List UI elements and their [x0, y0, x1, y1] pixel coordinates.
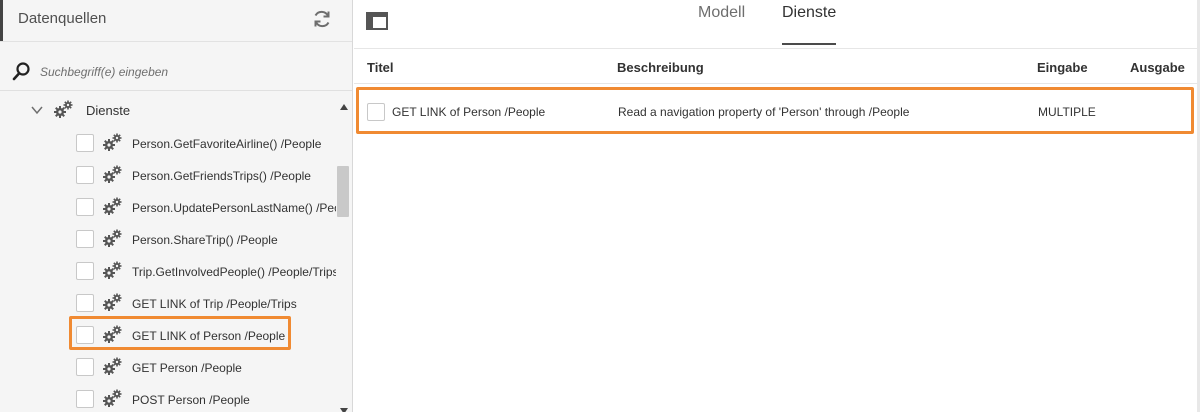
services-panel: Modell Dienste Titel Beschreibung Eingab… [354, 0, 1200, 412]
column-header-eingabe[interactable]: Eingabe [1037, 60, 1088, 75]
gear-icon [102, 324, 124, 344]
gear-icon [102, 388, 124, 408]
data-sources-header: Datenquellen [0, 0, 352, 42]
active-tab-indicator [782, 43, 836, 45]
search-input[interactable] [40, 61, 330, 83]
gear-icon [102, 356, 124, 376]
list-item-label: Person.GetFavoriteAirline() /People [132, 137, 322, 151]
data-sources-panel: Datenquellen Suchbegriff(e) eingeben Die… [0, 0, 353, 412]
list-item-label: GET LINK of Trip /People/Trips [132, 297, 297, 311]
search-icon [12, 61, 32, 81]
item-checkbox[interactable] [76, 198, 94, 216]
list-item[interactable]: Trip.GetInvolvedPeople() /People/Trips [74, 258, 336, 286]
list-item[interactable]: Person.UpdatePersonLastName() /People [74, 194, 336, 222]
item-checkbox[interactable] [76, 134, 94, 152]
refresh-icon[interactable] [311, 8, 333, 30]
list-item-label: Trip.GetInvolvedPeople() /People/Trips [132, 265, 336, 279]
list-item[interactable]: POST Person /People [74, 386, 336, 412]
list-item-label: GET Person /People [132, 361, 242, 375]
services-header: Modell Dienste [354, 0, 1200, 49]
scroll-up-arrow-icon[interactable] [340, 97, 348, 110]
column-header-ausgabe[interactable]: Ausgabe [1130, 60, 1185, 75]
table-header-divider [354, 83, 1200, 84]
service-list: Person.GetFavoriteAirline() /People Pers… [0, 126, 338, 412]
cell-input: MULTIPLE [1038, 105, 1096, 119]
tab-modell[interactable]: Modell [698, 4, 745, 22]
list-item-label: POST Person /People [132, 393, 250, 407]
column-header-titel[interactable]: Titel [367, 60, 394, 75]
list-item-label: GET LINK of Person /People [132, 329, 286, 343]
gear-icon [102, 228, 124, 248]
data-sources-title: Datenquellen [18, 10, 107, 27]
tree-node-label: Dienste [86, 103, 131, 118]
panel-toggle-icon[interactable] [366, 12, 388, 30]
list-item-label: Person.GetFriendsTrips() /People [132, 169, 311, 183]
gear-icon [102, 164, 124, 184]
gear-icon [102, 132, 124, 152]
item-checkbox[interactable] [76, 358, 94, 376]
chevron-down-icon[interactable] [31, 103, 43, 115]
gear-icon [53, 99, 75, 119]
scroll-down-arrow-icon[interactable] [340, 401, 348, 412]
item-checkbox[interactable] [76, 262, 94, 280]
item-checkbox[interactable] [76, 390, 94, 408]
list-item[interactable]: Person.GetFavoriteAirline() /People [74, 130, 336, 158]
table-row[interactable]: GET LINK of Person /People Read a naviga… [358, 89, 1192, 135]
scrollbar-thumb[interactable] [337, 166, 349, 217]
list-item[interactable]: Person.GetFriendsTrips() /People [74, 162, 336, 190]
list-item[interactable]: GET LINK of Person /People [74, 322, 336, 350]
gear-icon [102, 196, 124, 216]
cell-title: GET LINK of Person /People [392, 105, 546, 119]
item-checkbox[interactable] [76, 294, 94, 312]
search-bar [0, 55, 352, 91]
gear-icon [102, 292, 124, 312]
list-item[interactable]: GET Person /People [74, 354, 336, 382]
cell-description: Read a navigation property of 'Person' t… [618, 105, 910, 119]
list-item[interactable]: Person.ShareTrip() /People [74, 226, 336, 254]
list-item-label: Person.UpdatePersonLastName() /People [132, 201, 336, 215]
gear-icon [102, 260, 124, 280]
list-item-label: Person.ShareTrip() /People [132, 233, 278, 247]
item-checkbox[interactable] [76, 326, 94, 344]
list-item[interactable]: GET LINK of Trip /People/Trips [74, 290, 336, 318]
tab-dienste[interactable]: Dienste [782, 4, 836, 22]
column-header-beschreibung[interactable]: Beschreibung [617, 60, 704, 75]
tree-node-dienste[interactable]: Dienste [28, 98, 328, 122]
item-checkbox[interactable] [76, 166, 94, 184]
row-checkbox[interactable] [367, 103, 385, 121]
item-checkbox[interactable] [76, 230, 94, 248]
